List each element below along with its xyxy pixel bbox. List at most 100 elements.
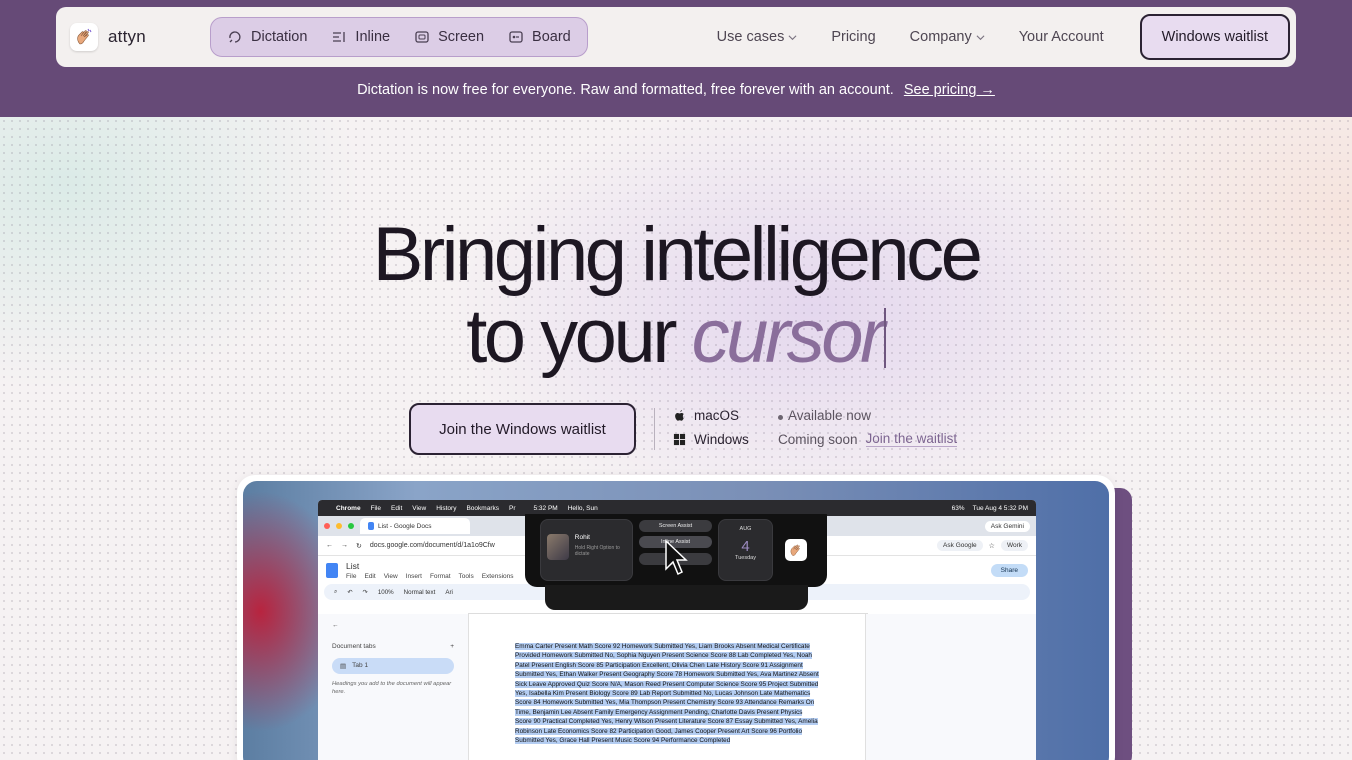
search-icon[interactable]: ⌕ — [334, 588, 337, 596]
doc-tab-1[interactable]: ▤ Tab 1 — [332, 658, 454, 674]
apple-logo-icon — [675, 409, 684, 421]
tab-board-label: Board — [532, 29, 571, 45]
menubar-history: History — [436, 504, 457, 512]
avatar — [547, 534, 569, 560]
star-icon[interactable]: ☆ — [989, 542, 995, 550]
style-select[interactable]: Normal text — [404, 589, 436, 596]
reload-icon[interactable]: ↻ — [356, 542, 362, 550]
brand[interactable]: attyn — [70, 23, 210, 51]
headline-line-1: Bringing intelligence — [372, 212, 983, 297]
nav-company[interactable]: Company — [910, 29, 985, 45]
docs-menu-file[interactable]: File — [346, 573, 356, 580]
nav-pricing-label: Pricing — [831, 29, 876, 45]
platform-windows: Windows Coming soon Join the waitlist — [673, 431, 958, 447]
waving-hand-logo-icon — [70, 23, 98, 51]
tab-dictation[interactable]: Dictation — [217, 22, 317, 52]
macos-status-text: Available now — [788, 408, 872, 423]
inline-icon — [333, 32, 346, 42]
maximize-window-icon[interactable] — [348, 523, 354, 529]
windows-status: Coming soon — [778, 431, 858, 447]
date-card: AUG 4 Tuesday — [718, 519, 773, 581]
date-weekday: Tuesday — [735, 555, 756, 561]
docs-favicon-icon — [368, 522, 374, 530]
menubar-status: 63% Tue Aug 4 5:32 PM — [952, 505, 1028, 512]
chevron-down-icon — [788, 34, 797, 40]
menubar-view: View — [412, 504, 427, 512]
doc-title-block: List File Edit View Insert Format Tools … — [346, 561, 514, 580]
headline-line-2: to your — [466, 294, 692, 379]
font-select[interactable]: Ari — [445, 589, 453, 596]
nav-use-cases[interactable]: Use cases — [717, 29, 798, 45]
tab-board[interactable]: Board — [498, 22, 581, 52]
dictation-card-text: Rohit Hold Right Option to dictate — [575, 534, 626, 566]
docs-menu-insert[interactable]: Insert — [406, 573, 422, 580]
docs-menu: File Edit View Insert Format Tools Exten… — [346, 573, 514, 580]
outline-hint: Headings you add to the document will ap… — [332, 681, 452, 695]
battery-level: 63% — [951, 504, 965, 512]
status-dot-icon — [778, 415, 783, 420]
menubar-edit: Edit — [391, 504, 403, 512]
tab-inline-label: Inline — [355, 29, 391, 45]
join-windows-waitlist-button[interactable]: Join the Windows waitlist — [409, 403, 636, 455]
menubar-profiles: Pr — [508, 504, 516, 512]
add-tab-icon[interactable]: + — [450, 643, 454, 650]
docs-menu-tools[interactable]: Tools — [459, 573, 474, 580]
nav-your-account[interactable]: Your Account — [1019, 29, 1104, 45]
docs-menu-extensions[interactable]: Extensions — [482, 573, 514, 580]
date-month: AUG — [739, 526, 752, 532]
ask-gemini-button[interactable]: Ask Gemini — [984, 520, 1030, 532]
platform-macos: macOS Available now — [673, 408, 871, 423]
document-page[interactable]: Emma Carter Present Math Score 92 Homewo… — [468, 614, 866, 760]
date-day: 4 — [741, 538, 750, 555]
document-tabs-header: Document tabs + — [332, 643, 454, 650]
windows-logo-icon — [673, 433, 686, 445]
windows-label: Windows — [694, 431, 749, 447]
docs-menu-view[interactable]: View — [384, 573, 398, 580]
screen-icon — [415, 31, 429, 43]
nav-pricing[interactable]: Pricing — [831, 29, 875, 45]
dictation-card[interactable]: Rohit Hold Right Option to dictate — [540, 519, 633, 581]
url-field[interactable]: docs.google.com/document/d/1a1o9Cfw — [370, 542, 495, 549]
tab-screen-label: Screen — [438, 29, 485, 45]
selected-text: Emma Carter Present Math Score 92 Homewo… — [515, 643, 819, 745]
chevron-down-icon — [976, 34, 985, 40]
join-waitlist-link[interactable]: Join the waitlist — [865, 431, 958, 447]
ask-google-button[interactable]: Ask Google — [937, 540, 983, 551]
undo-icon[interactable]: ↶ — [347, 589, 352, 596]
tab-icon: ▤ — [340, 663, 347, 670]
zoom-select[interactable]: 100% — [378, 589, 394, 596]
redo-icon[interactable]: ↷ — [363, 589, 368, 596]
tab-screen[interactable]: Screen — [404, 22, 494, 52]
back-arrow-icon[interactable]: ← — [332, 622, 454, 629]
windows-waitlist-button[interactable]: Windows waitlist — [1139, 14, 1290, 60]
document-outline-panel: ← Document tabs + ▤ Tab 1 Headings you a… — [318, 614, 468, 760]
close-window-icon[interactable] — [324, 523, 330, 529]
work-profile-button[interactable]: Work — [1000, 540, 1028, 551]
announcement-text: Dictation is now free for everyone. Raw … — [357, 82, 894, 98]
tab-inline[interactable]: Inline — [321, 22, 400, 52]
back-arrow-icon[interactable]: ← — [326, 542, 333, 549]
nav-company-label: Company — [909, 29, 972, 45]
doc-title[interactable]: List — [346, 561, 514, 571]
menubar-file: File — [370, 504, 382, 512]
user-name: Rohit — [574, 534, 590, 541]
minimize-window-icon[interactable] — [336, 523, 342, 529]
attyn-app-icon[interactable] — [785, 539, 807, 561]
menubar-time: 5:32 PM — [533, 504, 558, 512]
dictation-hint: Hold Right Option to dictate — [574, 545, 620, 557]
forward-arrow-icon[interactable]: → — [341, 542, 348, 549]
browser-tab-title: List - Google Docs — [378, 522, 432, 530]
nav-use-cases-label: Use cases — [716, 29, 785, 45]
dictation-icon — [229, 31, 241, 43]
macos-status: Available now — [778, 408, 871, 423]
browser-tab[interactable]: List - Google Docs — [360, 518, 470, 534]
share-button[interactable]: Share — [990, 563, 1028, 577]
screen-assist-button[interactable]: Screen Assist — [639, 520, 712, 532]
divider — [654, 408, 655, 450]
docs-menu-format[interactable]: Format — [430, 573, 451, 580]
document-text: Emma Carter Present Math Score 92 Homewo… — [515, 642, 819, 745]
see-pricing-link[interactable]: See pricing → — [904, 82, 995, 98]
attyn-overlay-input — [545, 585, 808, 610]
docs-menu-edit[interactable]: Edit — [364, 573, 375, 580]
address-actions: Ask Google ☆ Work — [937, 540, 1028, 551]
